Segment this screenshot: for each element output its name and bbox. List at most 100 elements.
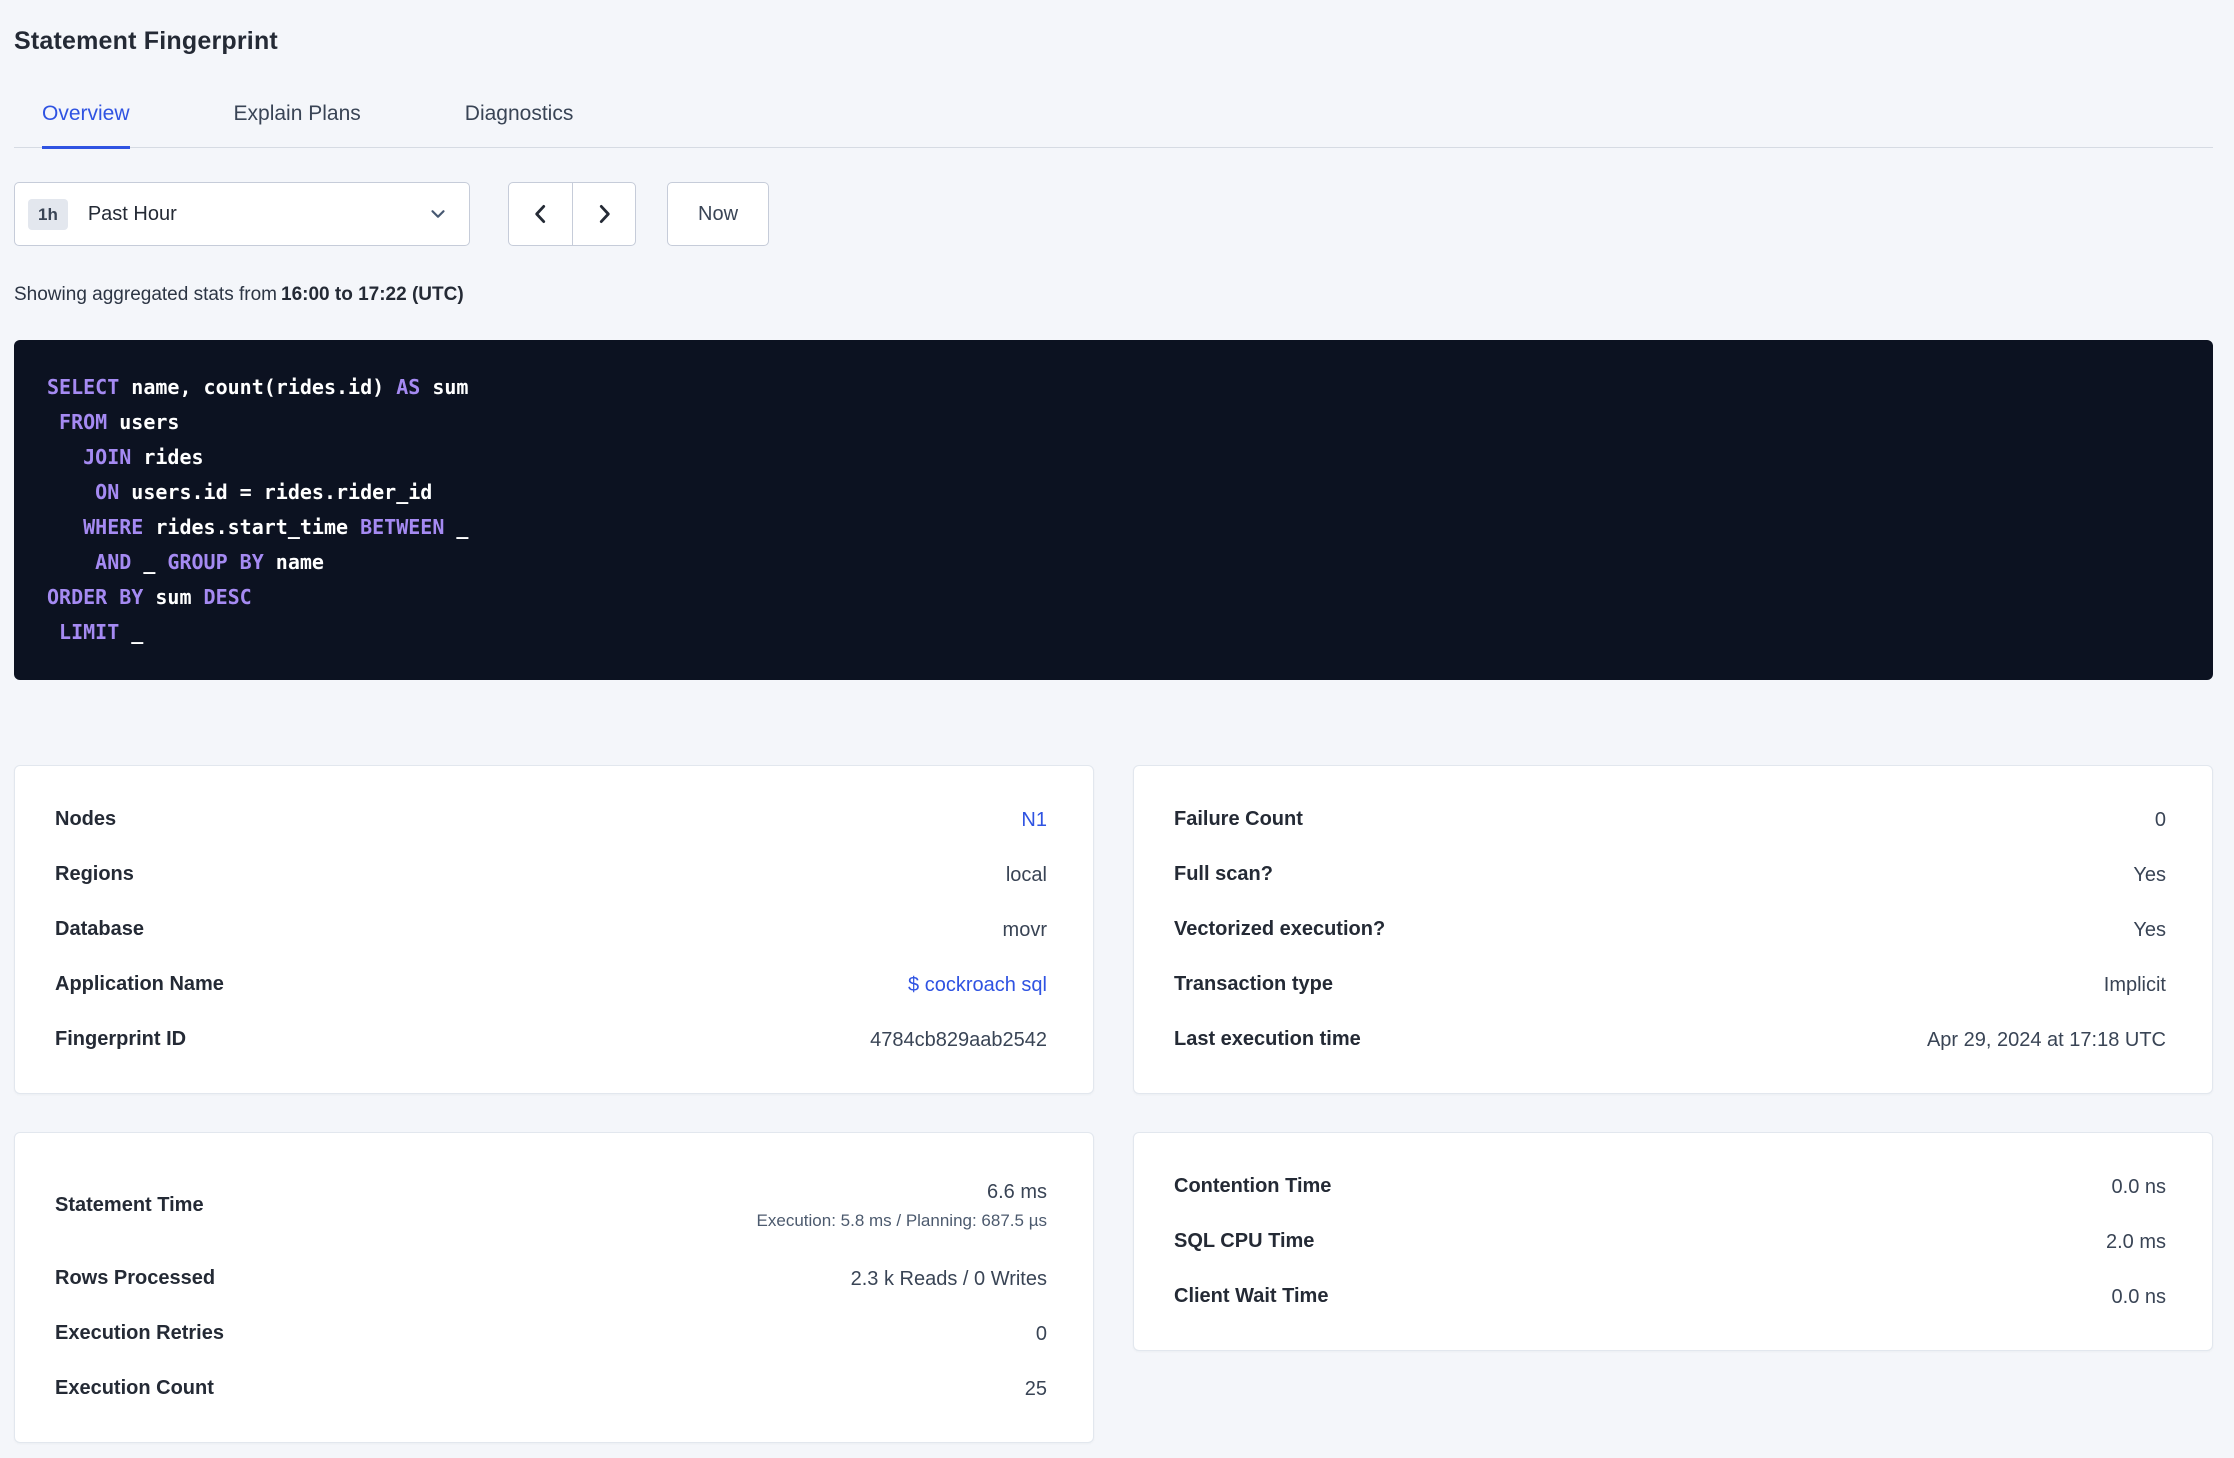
tab-diagnostics[interactable]: Diagnostics bbox=[465, 102, 574, 149]
card-row: Last execution time Apr 29, 2024 at 17:1… bbox=[1174, 1012, 2166, 1067]
time-controls: 1h Past Hour Now bbox=[14, 182, 2213, 246]
row-value-stack: 0.0 ns bbox=[2112, 1173, 2166, 1201]
row-value: 6.6 ms bbox=[986, 1181, 1047, 1203]
time-pager bbox=[508, 182, 636, 246]
row-subvalue: Execution: 5.8 ms / Planning: 687.5 µs bbox=[756, 1211, 1047, 1230]
row-value-stack: 0 bbox=[2155, 806, 2166, 834]
card-execution-attributes: Failure Count 0 Full scan? Yes Vectorize… bbox=[1133, 765, 2213, 1094]
card-row: Execution Count 25 bbox=[55, 1361, 1047, 1416]
row-value-stack: Yes bbox=[2133, 916, 2166, 944]
stats-caption: Showing aggregated stats from 16:00 to 17… bbox=[14, 284, 2213, 306]
row-label: Database bbox=[55, 918, 144, 940]
tab-overview[interactable]: Overview bbox=[42, 102, 130, 149]
row-label: Vectorized execution? bbox=[1174, 918, 1386, 940]
card-row: Application Name $ cockroach sql bbox=[55, 957, 1047, 1012]
sql-line: LIMIT _ bbox=[59, 620, 144, 644]
row-label: Execution Retries bbox=[55, 1322, 224, 1344]
row-value: 2.3 k Reads / 0 Writes bbox=[850, 1267, 1047, 1290]
card-row: Rows Processed 2.3 k Reads / 0 Writes bbox=[55, 1251, 1047, 1306]
next-range-button[interactable] bbox=[572, 183, 635, 245]
row-label: Last execution time bbox=[1174, 1028, 1361, 1050]
row-value: 0 bbox=[1035, 1322, 1047, 1345]
time-interval-badge: 1h bbox=[28, 198, 68, 230]
row-label: Regions bbox=[55, 863, 134, 885]
time-range-label: Past Hour bbox=[87, 202, 177, 225]
stats-cards: Nodes N1 Regions local Database movr App… bbox=[14, 765, 2213, 1443]
sql-line: SELECT name, count(rides.id) AS sum bbox=[47, 375, 469, 399]
sql-line: ON users.id = rides.rider_id bbox=[95, 480, 433, 504]
row-value-stack: 0 bbox=[1036, 1320, 1047, 1348]
row-value-stack: 4784cb829aab2542 bbox=[870, 1026, 1047, 1054]
stats-caption-prefix: Showing aggregated stats from bbox=[14, 284, 277, 305]
row-label: Failure Count bbox=[1174, 808, 1303, 830]
row-value-stack: Implicit bbox=[2104, 971, 2166, 999]
card-row: Client Wait Time 0.0 ns bbox=[1174, 1269, 2166, 1324]
card-row: Failure Count 0 bbox=[1174, 792, 2166, 847]
tab-explain-plans[interactable]: Explain Plans bbox=[234, 102, 361, 149]
card-row: Full scan? Yes bbox=[1174, 847, 2166, 902]
time-range-select[interactable]: 1h Past Hour bbox=[14, 182, 470, 246]
row-label: Rows Processed bbox=[55, 1267, 216, 1289]
row-label: SQL CPU Time bbox=[1174, 1230, 1315, 1252]
row-label: Full scan? bbox=[1174, 863, 1273, 885]
sql-statement: SELECT name, count(rides.id) AS sum FROM… bbox=[14, 340, 2213, 680]
row-value-stack: N1 bbox=[1021, 806, 1047, 834]
card-row: Statement Time 6.6 ms Execution: 5.8 ms … bbox=[55, 1159, 1047, 1251]
row-label: Client Wait Time bbox=[1174, 1285, 1329, 1307]
card-row: Nodes N1 bbox=[55, 792, 1047, 847]
row-label: Transaction type bbox=[1174, 973, 1333, 995]
card-row: Fingerprint ID 4784cb829aab2542 bbox=[55, 1012, 1047, 1067]
row-value-stack: 0.0 ns bbox=[2112, 1283, 2166, 1311]
chevron-right-icon bbox=[599, 205, 610, 223]
card-row: SQL CPU Time 2.0 ms bbox=[1174, 1214, 2166, 1269]
row-label: Statement Time bbox=[55, 1193, 204, 1216]
row-value-stack: 2.0 ms bbox=[2106, 1228, 2166, 1256]
row-label: Application Name bbox=[55, 973, 224, 995]
card-row: Contention Time 0.0 ns bbox=[1174, 1159, 2166, 1214]
card-row: Vectorized execution? Yes bbox=[1174, 902, 2166, 957]
row-label: Execution Count bbox=[55, 1377, 214, 1399]
statement-fingerprint-page: Statement Fingerprint Overview Explain P… bbox=[0, 0, 2234, 1443]
row-value: local bbox=[1005, 863, 1047, 886]
row-value: movr bbox=[1002, 918, 1047, 941]
sql-line: FROM users bbox=[59, 410, 180, 434]
card-wait-times: Contention Time 0.0 ns SQL CPU Time 2.0 … bbox=[1133, 1132, 2213, 1351]
row-value-stack: 25 bbox=[1025, 1375, 1047, 1403]
row-value: 4784cb829aab2542 bbox=[870, 1028, 1047, 1051]
chevron-left-icon bbox=[534, 205, 545, 223]
tab-bar: Overview Explain Plans Diagnostics bbox=[14, 102, 2213, 149]
previous-range-button[interactable] bbox=[509, 183, 572, 245]
row-value-stack: Yes bbox=[2133, 861, 2166, 889]
row-label: Nodes bbox=[55, 808, 117, 830]
row-label: Fingerprint ID bbox=[55, 1028, 187, 1050]
row-value-link[interactable]: N1 bbox=[1021, 806, 1047, 834]
row-label: Contention Time bbox=[1174, 1175, 1332, 1197]
row-value-stack: 6.6 ms Execution: 5.8 ms / Planning: 687… bbox=[757, 1178, 1047, 1232]
card-row: Database movr bbox=[55, 902, 1047, 957]
row-value-stack: 2.3 k Reads / 0 Writes bbox=[851, 1265, 1047, 1293]
sql-line: AND _ GROUP BY name bbox=[95, 550, 324, 574]
stats-caption-range: 16:00 to 17:22 (UTC) bbox=[281, 284, 464, 305]
row-value: 0.0 ns bbox=[2111, 1175, 2166, 1198]
row-value-stack: Apr 29, 2024 at 17:18 UTC bbox=[1927, 1026, 2166, 1054]
row-value: Implicit bbox=[2103, 973, 2166, 996]
row-value: 0.0 ns bbox=[2111, 1285, 2166, 1308]
now-button[interactable]: Now bbox=[667, 182, 770, 246]
chevron-down-icon bbox=[431, 210, 445, 218]
row-value-stack: movr bbox=[1003, 916, 1047, 944]
page-title: Statement Fingerprint bbox=[14, 27, 278, 55]
row-value: Yes bbox=[2133, 863, 2166, 886]
card-row: Regions local bbox=[55, 847, 1047, 902]
row-value: 25 bbox=[1024, 1377, 1047, 1400]
card-statement-details: Nodes N1 Regions local Database movr App… bbox=[14, 765, 1094, 1094]
card-row: Transaction type Implicit bbox=[1174, 957, 2166, 1012]
card-row: Execution Retries 0 bbox=[55, 1306, 1047, 1361]
row-value-link[interactable]: $ cockroach sql bbox=[908, 971, 1047, 999]
card-statement-times: Statement Time 6.6 ms Execution: 5.8 ms … bbox=[14, 1132, 1094, 1443]
sql-line: JOIN rides bbox=[83, 445, 204, 469]
row-value: Yes bbox=[2133, 918, 2166, 941]
row-value: Apr 29, 2024 at 17:18 UTC bbox=[1926, 1028, 2166, 1051]
row-value-stack: local bbox=[1006, 861, 1047, 889]
row-value: 2.0 ms bbox=[2105, 1230, 2166, 1253]
row-value: 0 bbox=[2154, 808, 2166, 831]
